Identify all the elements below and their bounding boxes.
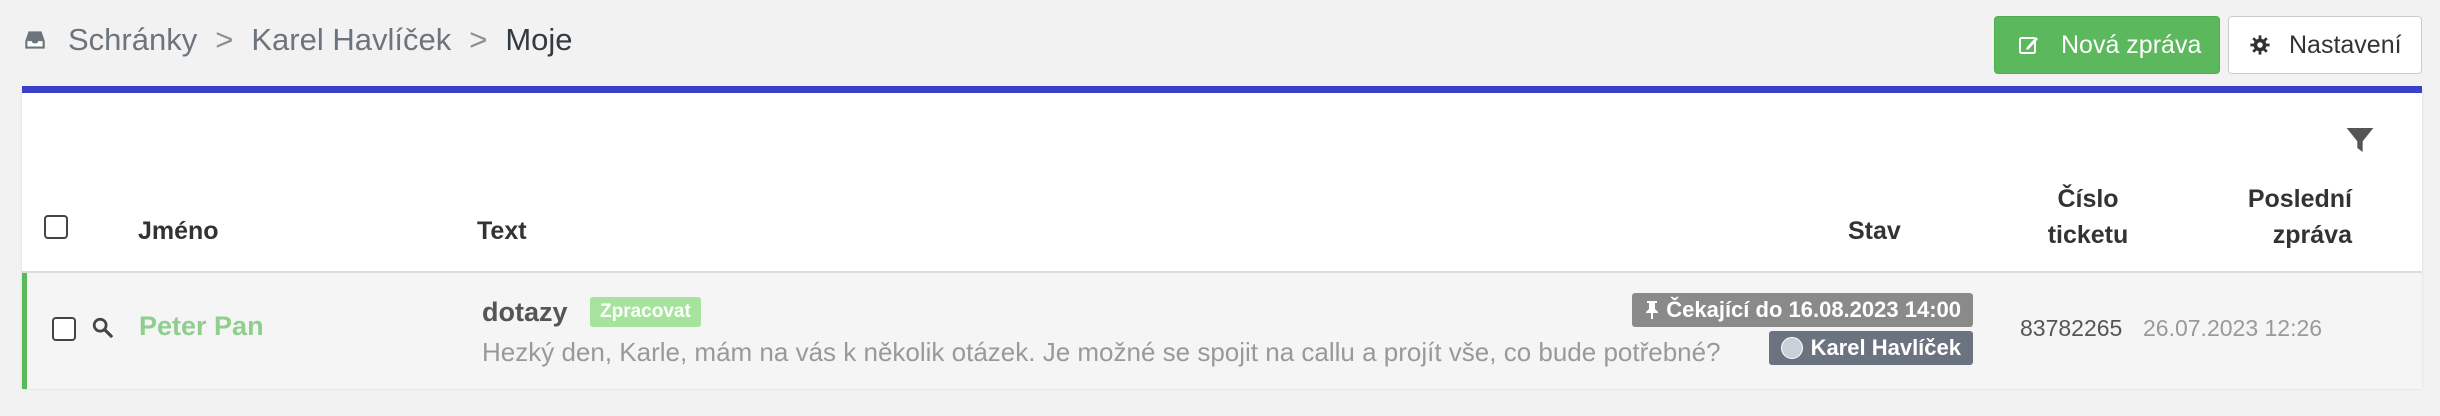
ticket-number: 83782265 [2020, 315, 2123, 341]
last-message-date: 26.07.2023 12:26 [2143, 315, 2323, 341]
assignee-name: Karel Havlíček [1810, 335, 1961, 360]
breadcrumb-separator: > [469, 22, 488, 57]
tickets-panel: Jméno Text Stav Číslo ticketu Poslední z… [22, 86, 2422, 389]
table-header: Jméno Text Stav Číslo ticketu Poslední z… [22, 185, 2422, 273]
column-header-ticket-number[interactable]: Číslo ticketu [2028, 181, 2148, 253]
waiting-status-badge: Čekající do 16.08.2023 14:00 [1632, 293, 1973, 327]
column-header-text[interactable]: Text [477, 217, 527, 246]
edit-icon [2019, 37, 2038, 54]
breadcrumb-item-karel-havlicek[interactable]: Karel Havlíček [251, 22, 451, 58]
breadcrumb-separator: > [215, 22, 234, 57]
breadcrumb-item-schranky[interactable]: Schránky [68, 22, 197, 58]
gear-icon [2250, 35, 2270, 55]
status-tag: Zpracovat [590, 297, 701, 327]
avatar-icon [1780, 337, 1803, 359]
pin-icon [1646, 301, 1659, 319]
table-row[interactable]: Peter Pan dotazy Zpracovat Hezký den, Ka… [22, 273, 2422, 389]
new-message-label: Nová zpráva [2061, 30, 2202, 59]
contact-name-link[interactable]: Peter Pan [139, 311, 264, 342]
filter-icon[interactable] [2344, 123, 2376, 157]
inbox-icon [25, 31, 45, 49]
column-header-last-message[interactable]: Poslední zpráva [2212, 181, 2352, 253]
column-header-name[interactable]: Jméno [138, 217, 219, 246]
column-header-status[interactable]: Stav [1848, 217, 1901, 246]
breadcrumb: Schránky > Karel Havlíček > Moje [22, 18, 573, 62]
select-all-checkbox[interactable] [44, 215, 68, 239]
new-message-button[interactable]: Nová zpráva [1994, 16, 2220, 74]
search-icon[interactable] [91, 316, 113, 338]
row-checkbox[interactable] [52, 317, 76, 341]
breadcrumb-current: Moje [505, 22, 573, 57]
assignee-badge: Karel Havlíček [1768, 331, 1973, 365]
message-preview[interactable]: Hezký den, Karle, mám na vás k několik o… [482, 337, 1722, 368]
message-subject[interactable]: dotazy [482, 297, 568, 328]
top-bar: Schránky > Karel Havlíček > Moje Nová zp… [0, 0, 2440, 86]
settings-button[interactable]: Nastavení [2228, 16, 2422, 74]
settings-label: Nastavení [2289, 30, 2402, 59]
waiting-status-text: Čekající do 16.08.2023 14:00 [1666, 297, 1961, 322]
